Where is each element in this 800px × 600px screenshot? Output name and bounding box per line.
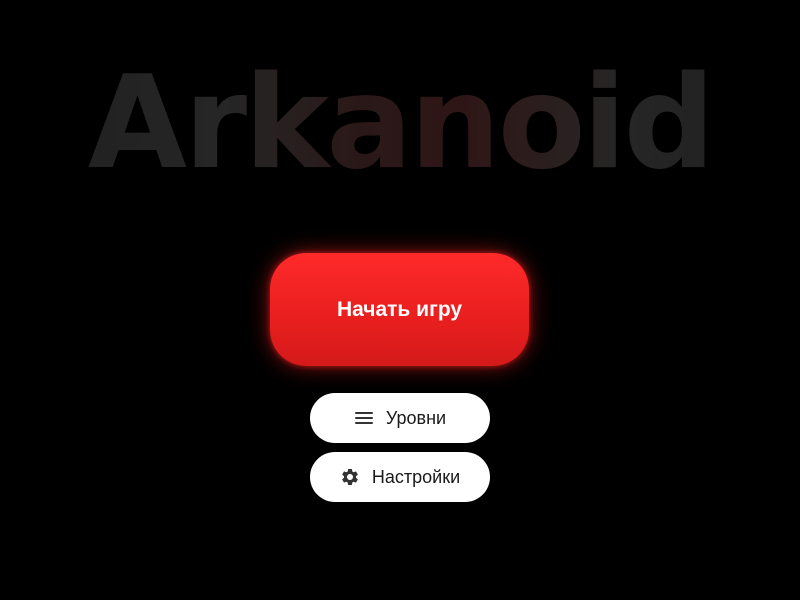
settings-label: Настройки [371,466,461,487]
game-title: Arkanoid [0,60,800,188]
levels-button[interactable]: Уровни [310,393,490,443]
main-menu-screen: Arkanoid Начать игру Уровни Настройки [0,0,800,600]
start-game-button[interactable]: Начать игру [270,253,529,366]
start-game-label: Начать игру [336,297,463,321]
gear-icon [340,467,360,487]
settings-button[interactable]: Настройки [310,452,490,502]
levels-label: Уровни [385,407,447,428]
menu-lines-icon [354,408,374,428]
